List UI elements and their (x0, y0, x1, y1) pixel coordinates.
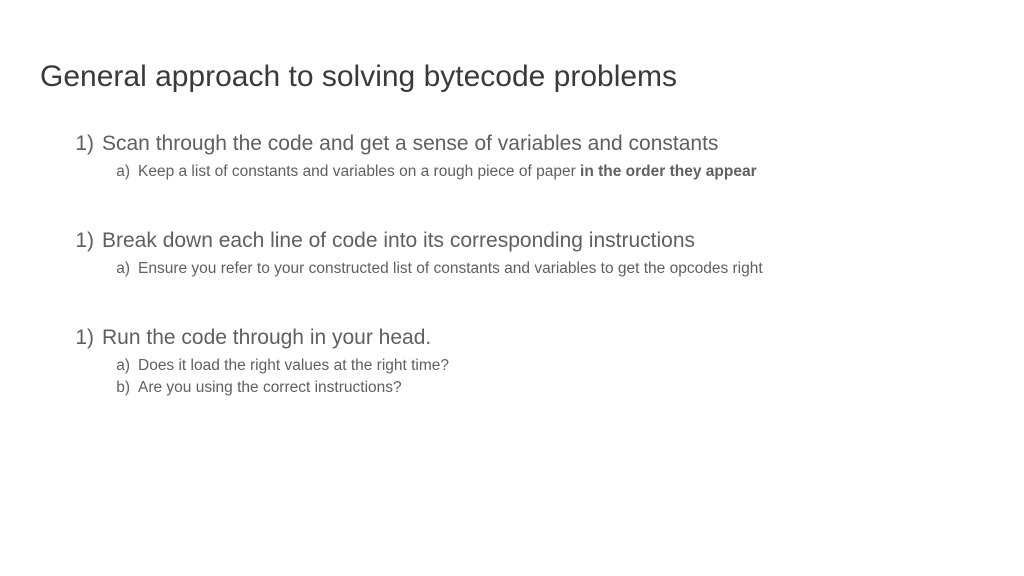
sub-text: Does it load the right values at the rig… (138, 355, 449, 377)
sub-list-item: a) Keep a list of constants and variable… (110, 161, 984, 183)
list-item: 1) Run the code through in your head. a)… (70, 324, 984, 399)
sub-marker: a) (110, 258, 138, 280)
sub-list: a) Keep a list of constants and variable… (70, 161, 984, 183)
item-marker: 1) (70, 227, 102, 254)
sub-text: Ensure you refer to your constructed lis… (138, 258, 763, 280)
sub-marker: b) (110, 377, 138, 399)
list-item: 1) Break down each line of code into its… (70, 227, 984, 280)
item-text: Run the code through in your head. (102, 324, 431, 351)
sub-list-item: a) Does it load the right values at the … (110, 355, 984, 377)
main-list: 1) Scan through the code and get a sense… (40, 130, 984, 399)
sub-marker: a) (110, 355, 138, 377)
sub-marker: a) (110, 161, 138, 183)
sub-text: Are you using the correct instructions? (138, 377, 402, 399)
sub-list-item: b) Are you using the correct instruction… (110, 377, 984, 399)
sub-text: Keep a list of constants and variables o… (138, 161, 757, 183)
item-marker: 1) (70, 130, 102, 157)
list-item: 1) Scan through the code and get a sense… (70, 130, 984, 183)
item-text: Break down each line of code into its co… (102, 227, 695, 254)
sub-list: a) Does it load the right values at the … (70, 355, 984, 398)
item-marker: 1) (70, 324, 102, 351)
slide-title: General approach to solving bytecode pro… (40, 60, 984, 94)
item-text: Scan through the code and get a sense of… (102, 130, 718, 157)
sub-list: a) Ensure you refer to your constructed … (70, 258, 984, 280)
sub-list-item: a) Ensure you refer to your constructed … (110, 258, 984, 280)
